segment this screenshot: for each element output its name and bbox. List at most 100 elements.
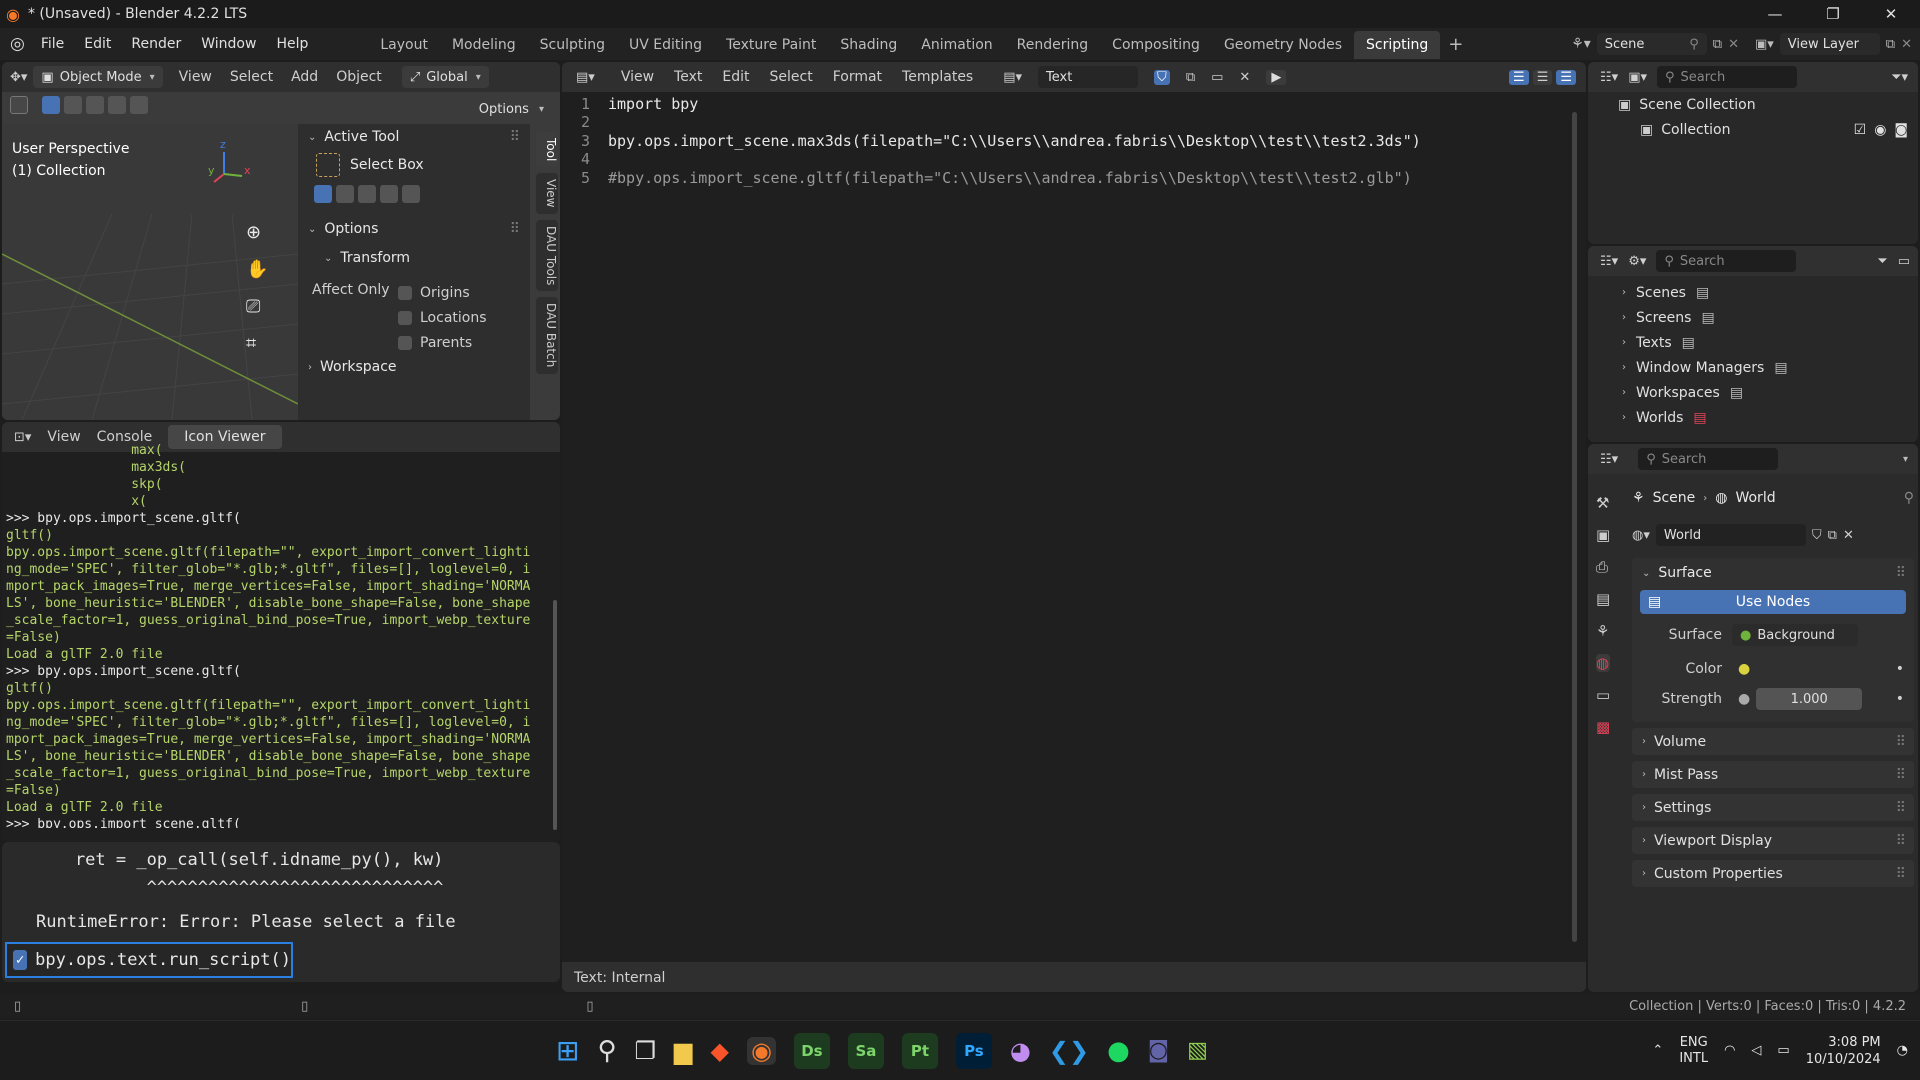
- checkbox-box-icon[interactable]: [398, 285, 412, 300]
- task-view-icon[interactable]: ❐: [635, 1037, 657, 1065]
- delete-scene-icon[interactable]: ✕: [1728, 37, 1739, 52]
- notepad-plus-icon[interactable]: ▧: [1187, 1038, 1208, 1063]
- drag-handle-icon[interactable]: ⠿: [1896, 767, 1906, 783]
- chevron-down-icon[interactable]: ▾: [1903, 454, 1908, 465]
- chevron-right-icon[interactable]: ›: [1622, 412, 1626, 423]
- code-line[interactable]: 2: [562, 114, 608, 133]
- tab-sculpting[interactable]: Sculpting: [528, 31, 617, 59]
- open-text-icon[interactable]: ▭: [1211, 70, 1223, 85]
- mode-invert-icon[interactable]: [380, 185, 398, 203]
- blender-menu-icon[interactable]: ◎: [10, 34, 25, 54]
- drag-handle-icon[interactable]: ⠿: [1896, 734, 1906, 750]
- syntax-highlight-toggle-icon[interactable]: ☰: [1556, 69, 1576, 85]
- battery-icon[interactable]: ▭: [1777, 1043, 1789, 1058]
- blend-data-worlds[interactable]: › Worlds ▤: [1588, 405, 1918, 430]
- options-header[interactable]: Options: [324, 221, 378, 237]
- scene-tab-icon[interactable]: ⚘: [1596, 622, 1610, 640]
- checkbox-box-icon[interactable]: [398, 310, 412, 325]
- language-indicator[interactable]: ENG INTL: [1679, 1035, 1708, 1067]
- tab-uv-editing[interactable]: UV Editing: [617, 31, 714, 59]
- navigation-gizmo[interactable]: z y x: [202, 138, 262, 194]
- view-layer-field[interactable]: View Layer: [1779, 33, 1880, 55]
- checkbox-box-icon[interactable]: [398, 335, 412, 350]
- menu-edit[interactable]: Edit: [74, 28, 121, 60]
- viewport-menu-add[interactable]: Add: [291, 69, 318, 85]
- unlink-world-icon[interactable]: ✕: [1843, 528, 1854, 543]
- menu-help[interactable]: Help: [266, 28, 318, 60]
- text-menu-view[interactable]: View: [621, 69, 654, 85]
- world-tab-icon[interactable]: ◍: [1596, 654, 1611, 672]
- icon-viewer-tab[interactable]: Icon Viewer: [168, 425, 282, 449]
- tab-shading[interactable]: Shading: [828, 31, 909, 59]
- code-line[interactable]: 5 #bpy.ops.import_scene.gltf(filepath="C:…: [562, 169, 1412, 188]
- delete-view-layer-icon[interactable]: ✕: [1901, 37, 1912, 52]
- unlink-text-icon[interactable]: ✕: [1239, 70, 1250, 85]
- text-browse-icon[interactable]: ▤▾: [1003, 70, 1022, 85]
- tab-rendering[interactable]: Rendering: [1005, 31, 1101, 59]
- collection-tab-icon[interactable]: ▭: [1596, 686, 1610, 704]
- fake-user-icon[interactable]: ⛉: [1154, 69, 1170, 85]
- fake-user-icon[interactable]: ⛉: [1812, 528, 1822, 543]
- tab-modeling[interactable]: Modeling: [440, 31, 528, 59]
- outliner-type-icon[interactable]: ☷▾: [1600, 70, 1618, 85]
- code-line[interactable]: 1 import bpy: [562, 95, 698, 114]
- checkbox-parents[interactable]: Parents: [398, 330, 487, 355]
- perspective-toggle-icon[interactable]: ⌗: [246, 333, 268, 354]
- checkbox-locations[interactable]: Locations: [398, 305, 487, 330]
- blend-data-window-managers[interactable]: › Window Managers ▤: [1588, 355, 1918, 380]
- drag-handle-icon[interactable]: ⠿: [1896, 800, 1906, 816]
- select-subtract-icon[interactable]: [86, 96, 104, 114]
- mode-extend-icon[interactable]: [336, 185, 354, 203]
- drag-handle-icon[interactable]: ⠿: [1896, 833, 1906, 849]
- exclude-checkbox-icon[interactable]: ☑: [1854, 122, 1867, 138]
- blend-data-texts[interactable]: › Texts ▤: [1588, 330, 1918, 355]
- visibility-eye-icon[interactable]: ◉: [1874, 122, 1886, 138]
- options-dropdown[interactable]: Options ▾: [470, 98, 552, 120]
- tab-geometry-nodes[interactable]: Geometry Nodes: [1212, 31, 1354, 59]
- duplicate-world-icon[interactable]: ⧉: [1828, 528, 1837, 543]
- text-editor-type-icon[interactable]: ▤▾: [576, 70, 595, 85]
- sidebar-tab-dau-tools[interactable]: DAU Tools: [536, 219, 558, 292]
- sidebar-tab-view[interactable]: View: [536, 173, 558, 214]
- mode-subtract-icon[interactable]: [358, 185, 376, 203]
- section-settings[interactable]: › Settings ⠿: [1632, 794, 1914, 821]
- viewport-menu-object[interactable]: Object: [336, 69, 382, 85]
- blend-data-scenes[interactable]: › Scenes ▤: [1588, 280, 1918, 305]
- surface-header[interactable]: Surface: [1658, 565, 1711, 581]
- app-ds-icon[interactable]: Ds: [793, 1032, 830, 1069]
- scene-collection-item[interactable]: ▣ Scene Collection: [1588, 92, 1918, 117]
- chevron-right-icon[interactable]: ›: [1622, 287, 1626, 298]
- chevron-right-icon[interactable]: ›: [1622, 387, 1626, 398]
- chevron-right-icon[interactable]: ›: [1622, 312, 1626, 323]
- new-view-layer-icon[interactable]: ⧉: [1886, 37, 1895, 52]
- chevron-right-icon[interactable]: ›: [1622, 362, 1626, 373]
- surface-shader-field[interactable]: ● Background: [1732, 624, 1858, 646]
- last-operator-report[interactable]: ✓ bpy.ops.text.run_script(): [5, 942, 293, 978]
- line-numbers-toggle-icon[interactable]: ☰: [1509, 69, 1529, 85]
- minimize-button[interactable]: —: [1746, 0, 1804, 28]
- add-workspace-icon[interactable]: +: [1448, 34, 1463, 55]
- tab-compositing[interactable]: Compositing: [1100, 31, 1212, 59]
- wifi-icon[interactable]: ◠: [1724, 1043, 1735, 1058]
- pin-icon[interactable]: ⚲: [1689, 37, 1699, 52]
- vscode-icon[interactable]: ❮❯: [1049, 1037, 1089, 1065]
- tray-overflow-chevron-icon[interactable]: ⌃: [1652, 1043, 1663, 1058]
- code-line[interactable]: 3 bpy.ops.import_scene.max3ds(filepath="C…: [562, 132, 1421, 151]
- checkbox-origins[interactable]: Origins: [398, 280, 487, 305]
- run-script-icon[interactable]: ▶: [1266, 69, 1287, 85]
- menu-render[interactable]: Render: [121, 28, 191, 60]
- camera-view-icon[interactable]: ⎚: [246, 296, 268, 317]
- brave-browser-icon[interactable]: ◆: [711, 1037, 729, 1065]
- section-mist-pass[interactable]: › Mist Pass ⠿: [1632, 761, 1914, 788]
- drag-handle-icon[interactable]: ⠿: [1896, 866, 1906, 882]
- section-viewport-display[interactable]: › Viewport Display ⠿: [1632, 827, 1914, 854]
- blend-data-screens[interactable]: › Screens ▤: [1588, 305, 1918, 330]
- tab-layout[interactable]: Layout: [368, 31, 440, 59]
- keyframe-dot-icon[interactable]: •: [1896, 661, 1904, 677]
- blender-taskbar-icon[interactable]: ◉: [746, 1036, 776, 1065]
- select-new-icon[interactable]: [42, 96, 60, 114]
- keyframe-dot-icon[interactable]: •: [1896, 691, 1904, 707]
- pin-icon[interactable]: ⚲: [1904, 490, 1914, 506]
- drag-handle-icon[interactable]: ⠿: [510, 129, 520, 145]
- texture-tab-icon[interactable]: ▩: [1596, 718, 1610, 736]
